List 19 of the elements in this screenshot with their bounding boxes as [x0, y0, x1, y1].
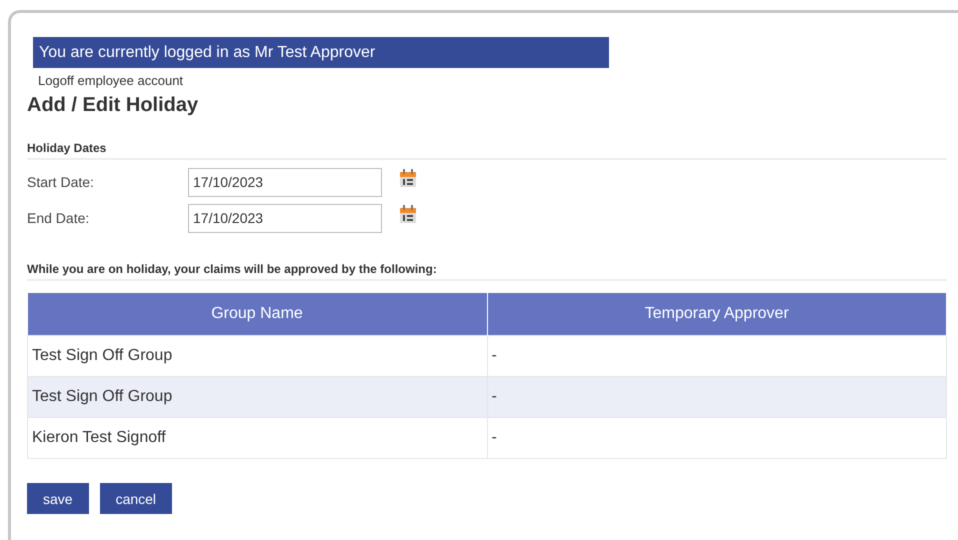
logoff-link[interactable]: Logoff employee account — [38, 73, 184, 88]
section-heading: While you are on holiday, your claims will be approved by the following: — [27, 262, 437, 276]
column-header: Group Name — [28, 293, 487, 336]
table-cell: Kieron Test Signoff — [28, 418, 487, 458]
table-cell: - — [487, 336, 946, 376]
cancel-button[interactable]: cancel — [100, 483, 172, 514]
calendar-icon[interactable] — [400, 205, 416, 223]
save-button[interactable]: save — [27, 483, 89, 514]
page-title: Add / Edit Holiday — [27, 94, 200, 117]
date-field[interactable]: 17/10/2023 — [188, 168, 382, 196]
date-field[interactable]: 17/10/2023 — [188, 204, 382, 232]
section-heading: Holiday Dates — [27, 141, 106, 155]
field-label: End Date: — [27, 210, 90, 226]
calendar-icon[interactable] — [400, 169, 416, 187]
login-banner: You are currently logged in as Mr Test Approver — [33, 37, 609, 68]
table-cell: - — [487, 418, 946, 458]
table-cell: Test Sign Off Group — [28, 336, 487, 376]
column-header: Temporary Approver — [487, 293, 946, 336]
field-label: Start Date: — [27, 174, 95, 190]
